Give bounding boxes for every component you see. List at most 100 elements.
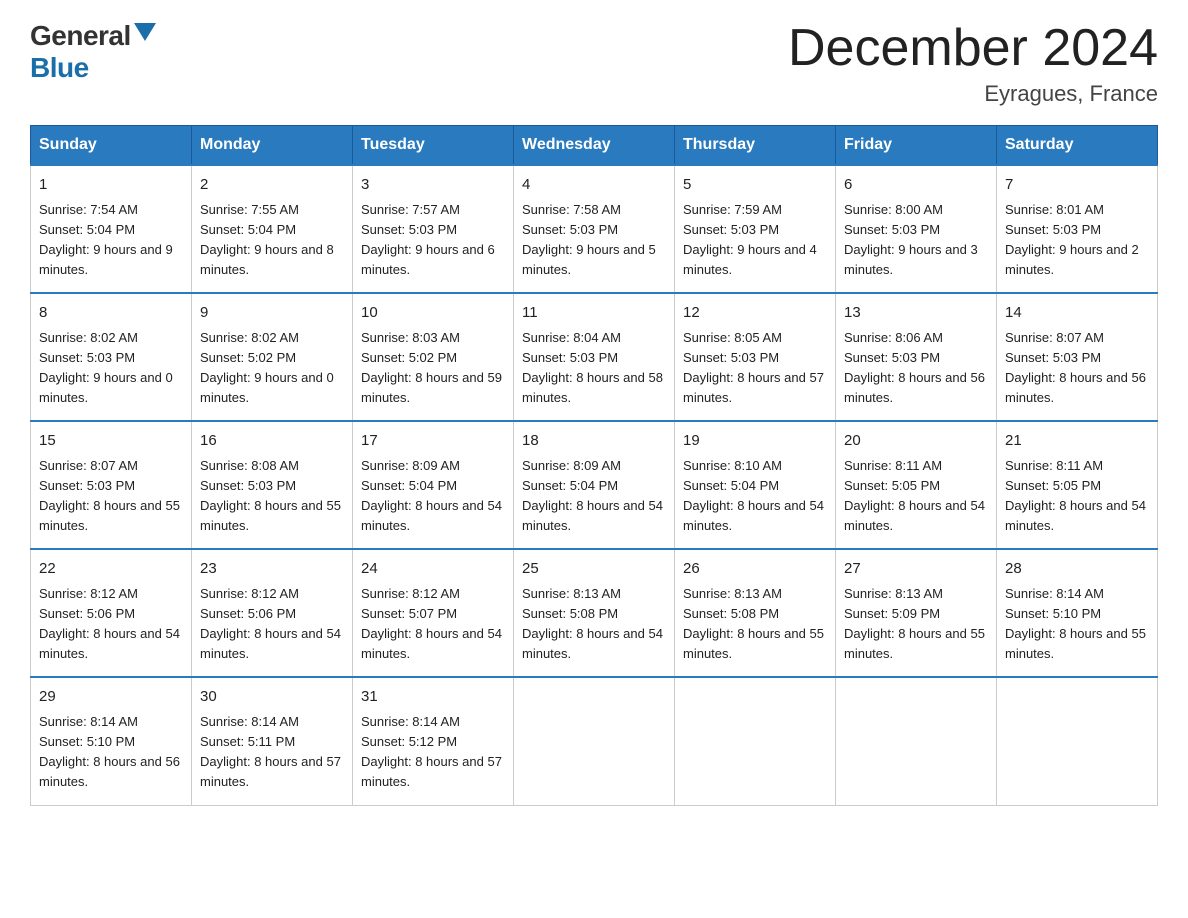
calendar-cell: 11 Sunrise: 8:04 AMSunset: 5:03 PMDaylig… bbox=[514, 293, 675, 421]
calendar-cell: 9 Sunrise: 8:02 AMSunset: 5:02 PMDayligh… bbox=[192, 293, 353, 421]
day-info: Sunrise: 8:12 AMSunset: 5:06 PMDaylight:… bbox=[200, 584, 344, 665]
weekday-header-wednesday: Wednesday bbox=[514, 126, 675, 166]
day-info: Sunrise: 8:07 AMSunset: 5:03 PMDaylight:… bbox=[1005, 328, 1149, 409]
day-info: Sunrise: 8:03 AMSunset: 5:02 PMDaylight:… bbox=[361, 328, 505, 409]
calendar-table: SundayMondayTuesdayWednesdayThursdayFrid… bbox=[30, 125, 1158, 805]
calendar-cell: 5 Sunrise: 7:59 AMSunset: 5:03 PMDayligh… bbox=[675, 165, 836, 293]
calendar-cell: 6 Sunrise: 8:00 AMSunset: 5:03 PMDayligh… bbox=[836, 165, 997, 293]
page-header: General Blue December 2024 Eyragues, Fra… bbox=[30, 20, 1158, 107]
day-number: 24 bbox=[361, 558, 505, 581]
day-info: Sunrise: 8:02 AMSunset: 5:02 PMDaylight:… bbox=[200, 328, 344, 409]
calendar-cell: 21 Sunrise: 8:11 AMSunset: 5:05 PMDaylig… bbox=[997, 421, 1158, 549]
calendar-cell: 10 Sunrise: 8:03 AMSunset: 5:02 PMDaylig… bbox=[353, 293, 514, 421]
day-info: Sunrise: 8:08 AMSunset: 5:03 PMDaylight:… bbox=[200, 456, 344, 537]
week-row-1: 1 Sunrise: 7:54 AMSunset: 5:04 PMDayligh… bbox=[31, 165, 1158, 293]
weekday-header-sunday: Sunday bbox=[31, 126, 192, 166]
calendar-cell bbox=[836, 677, 997, 805]
calendar-cell: 19 Sunrise: 8:10 AMSunset: 5:04 PMDaylig… bbox=[675, 421, 836, 549]
day-number: 18 bbox=[522, 430, 666, 453]
calendar-cell: 29 Sunrise: 8:14 AMSunset: 5:10 PMDaylig… bbox=[31, 677, 192, 805]
calendar-cell: 3 Sunrise: 7:57 AMSunset: 5:03 PMDayligh… bbox=[353, 165, 514, 293]
calendar-cell: 28 Sunrise: 8:14 AMSunset: 5:10 PMDaylig… bbox=[997, 549, 1158, 677]
day-number: 1 bbox=[39, 174, 183, 197]
day-number: 8 bbox=[39, 302, 183, 325]
weekday-header-tuesday: Tuesday bbox=[353, 126, 514, 166]
header-right: December 2024 Eyragues, France bbox=[788, 20, 1158, 107]
day-number: 23 bbox=[200, 558, 344, 581]
day-info: Sunrise: 8:04 AMSunset: 5:03 PMDaylight:… bbox=[522, 328, 666, 409]
day-info: Sunrise: 8:06 AMSunset: 5:03 PMDaylight:… bbox=[844, 328, 988, 409]
week-row-2: 8 Sunrise: 8:02 AMSunset: 5:03 PMDayligh… bbox=[31, 293, 1158, 421]
day-number: 28 bbox=[1005, 558, 1149, 581]
day-info: Sunrise: 8:14 AMSunset: 5:11 PMDaylight:… bbox=[200, 712, 344, 793]
day-number: 6 bbox=[844, 174, 988, 197]
day-info: Sunrise: 7:59 AMSunset: 5:03 PMDaylight:… bbox=[683, 200, 827, 281]
day-info: Sunrise: 8:02 AMSunset: 5:03 PMDaylight:… bbox=[39, 328, 183, 409]
week-row-5: 29 Sunrise: 8:14 AMSunset: 5:10 PMDaylig… bbox=[31, 677, 1158, 805]
day-info: Sunrise: 8:00 AMSunset: 5:03 PMDaylight:… bbox=[844, 200, 988, 281]
calendar-cell: 31 Sunrise: 8:14 AMSunset: 5:12 PMDaylig… bbox=[353, 677, 514, 805]
week-row-4: 22 Sunrise: 8:12 AMSunset: 5:06 PMDaylig… bbox=[31, 549, 1158, 677]
logo-general-text: General bbox=[30, 20, 131, 52]
calendar-cell: 8 Sunrise: 8:02 AMSunset: 5:03 PMDayligh… bbox=[31, 293, 192, 421]
weekday-header-monday: Monday bbox=[192, 126, 353, 166]
day-info: Sunrise: 8:09 AMSunset: 5:04 PMDaylight:… bbox=[522, 456, 666, 537]
calendar-cell: 1 Sunrise: 7:54 AMSunset: 5:04 PMDayligh… bbox=[31, 165, 192, 293]
day-number: 9 bbox=[200, 302, 344, 325]
day-info: Sunrise: 7:54 AMSunset: 5:04 PMDaylight:… bbox=[39, 200, 183, 281]
day-number: 15 bbox=[39, 430, 183, 453]
day-info: Sunrise: 8:07 AMSunset: 5:03 PMDaylight:… bbox=[39, 456, 183, 537]
location: Eyragues, France bbox=[788, 81, 1158, 107]
day-info: Sunrise: 8:11 AMSunset: 5:05 PMDaylight:… bbox=[1005, 456, 1149, 537]
day-number: 5 bbox=[683, 174, 827, 197]
logo-arrow-icon bbox=[134, 23, 156, 46]
day-number: 25 bbox=[522, 558, 666, 581]
day-number: 29 bbox=[39, 686, 183, 709]
weekday-header-saturday: Saturday bbox=[997, 126, 1158, 166]
logo: General Blue bbox=[30, 20, 156, 84]
calendar-cell: 12 Sunrise: 8:05 AMSunset: 5:03 PMDaylig… bbox=[675, 293, 836, 421]
week-row-3: 15 Sunrise: 8:07 AMSunset: 5:03 PMDaylig… bbox=[31, 421, 1158, 549]
calendar-cell: 25 Sunrise: 8:13 AMSunset: 5:08 PMDaylig… bbox=[514, 549, 675, 677]
day-number: 11 bbox=[522, 302, 666, 325]
month-title: December 2024 bbox=[788, 20, 1158, 77]
day-info: Sunrise: 8:12 AMSunset: 5:07 PMDaylight:… bbox=[361, 584, 505, 665]
day-number: 4 bbox=[522, 174, 666, 197]
calendar-cell: 30 Sunrise: 8:14 AMSunset: 5:11 PMDaylig… bbox=[192, 677, 353, 805]
calendar-cell bbox=[675, 677, 836, 805]
day-number: 20 bbox=[844, 430, 988, 453]
day-number: 17 bbox=[361, 430, 505, 453]
weekday-header-row: SundayMondayTuesdayWednesdayThursdayFrid… bbox=[31, 126, 1158, 166]
weekday-header-friday: Friday bbox=[836, 126, 997, 166]
day-info: Sunrise: 8:12 AMSunset: 5:06 PMDaylight:… bbox=[39, 584, 183, 665]
day-info: Sunrise: 8:13 AMSunset: 5:08 PMDaylight:… bbox=[522, 584, 666, 665]
calendar-cell: 26 Sunrise: 8:13 AMSunset: 5:08 PMDaylig… bbox=[675, 549, 836, 677]
calendar-cell: 7 Sunrise: 8:01 AMSunset: 5:03 PMDayligh… bbox=[997, 165, 1158, 293]
day-info: Sunrise: 8:14 AMSunset: 5:10 PMDaylight:… bbox=[39, 712, 183, 793]
day-number: 22 bbox=[39, 558, 183, 581]
day-number: 10 bbox=[361, 302, 505, 325]
calendar-cell: 22 Sunrise: 8:12 AMSunset: 5:06 PMDaylig… bbox=[31, 549, 192, 677]
calendar-cell: 2 Sunrise: 7:55 AMSunset: 5:04 PMDayligh… bbox=[192, 165, 353, 293]
day-info: Sunrise: 7:58 AMSunset: 5:03 PMDaylight:… bbox=[522, 200, 666, 281]
day-info: Sunrise: 8:13 AMSunset: 5:08 PMDaylight:… bbox=[683, 584, 827, 665]
calendar-cell: 23 Sunrise: 8:12 AMSunset: 5:06 PMDaylig… bbox=[192, 549, 353, 677]
day-number: 31 bbox=[361, 686, 505, 709]
calendar-cell: 24 Sunrise: 8:12 AMSunset: 5:07 PMDaylig… bbox=[353, 549, 514, 677]
calendar-cell: 18 Sunrise: 8:09 AMSunset: 5:04 PMDaylig… bbox=[514, 421, 675, 549]
day-number: 27 bbox=[844, 558, 988, 581]
day-number: 2 bbox=[200, 174, 344, 197]
day-info: Sunrise: 8:09 AMSunset: 5:04 PMDaylight:… bbox=[361, 456, 505, 537]
calendar-cell: 16 Sunrise: 8:08 AMSunset: 5:03 PMDaylig… bbox=[192, 421, 353, 549]
day-number: 16 bbox=[200, 430, 344, 453]
calendar-cell bbox=[514, 677, 675, 805]
logo-blue-text: Blue bbox=[30, 52, 89, 83]
day-number: 30 bbox=[200, 686, 344, 709]
day-number: 3 bbox=[361, 174, 505, 197]
weekday-header-thursday: Thursday bbox=[675, 126, 836, 166]
day-number: 14 bbox=[1005, 302, 1149, 325]
day-info: Sunrise: 8:11 AMSunset: 5:05 PMDaylight:… bbox=[844, 456, 988, 537]
calendar-cell: 13 Sunrise: 8:06 AMSunset: 5:03 PMDaylig… bbox=[836, 293, 997, 421]
day-info: Sunrise: 8:14 AMSunset: 5:12 PMDaylight:… bbox=[361, 712, 505, 793]
calendar-cell: 27 Sunrise: 8:13 AMSunset: 5:09 PMDaylig… bbox=[836, 549, 997, 677]
